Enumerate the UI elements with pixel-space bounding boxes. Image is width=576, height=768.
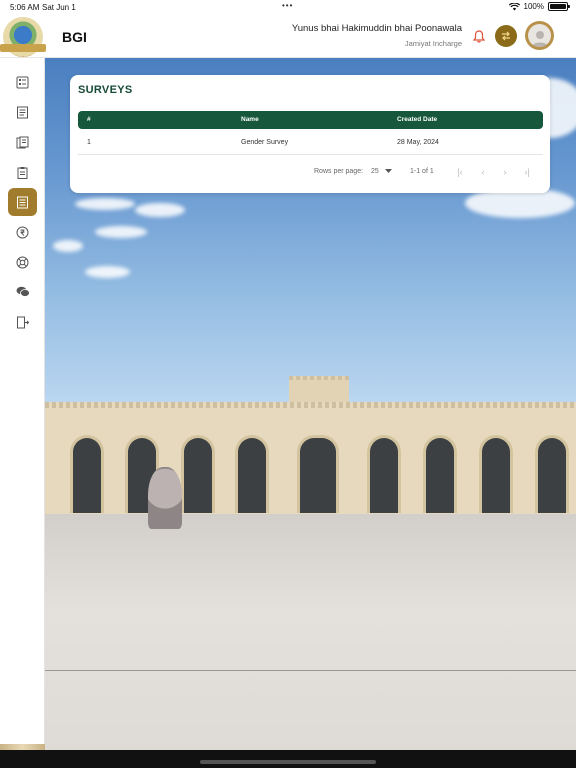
sidebar-item-chat[interactable] bbox=[8, 278, 37, 306]
wifi-icon bbox=[508, 2, 520, 10]
home-indicator[interactable] bbox=[200, 760, 376, 764]
surveys-title: SURVEYS bbox=[78, 84, 133, 96]
reports-icon bbox=[16, 136, 29, 148]
column-header-name: Name bbox=[241, 116, 259, 123]
chevron-down-icon bbox=[384, 169, 392, 173]
logout-icon bbox=[17, 316, 29, 328]
user-name: Yunus bhai Hakimuddin bhai Poonawala bbox=[291, 23, 462, 34]
currency-icon bbox=[16, 226, 29, 238]
status-bar: 5:06 AM Sat Jun 1 ••• 100% bbox=[0, 0, 576, 14]
cell-index: 1 bbox=[87, 139, 91, 146]
pagination: Rows per page: 25 1-1 of 1 |‹ ‹ › ›| bbox=[70, 165, 550, 181]
swap-icon bbox=[502, 31, 510, 41]
cell-name: Gender Survey bbox=[241, 139, 289, 146]
table-row[interactable]: 1 Gender Survey 28 May, 2024 bbox=[78, 131, 543, 155]
user-role: Jamiyat Incharge bbox=[404, 39, 462, 48]
survey-list-icon bbox=[17, 196, 28, 208]
column-header-created-date: Created Date bbox=[397, 116, 438, 123]
first-page-icon: |‹ bbox=[457, 167, 463, 177]
user-avatar[interactable] bbox=[525, 21, 554, 50]
sidebar bbox=[0, 58, 45, 758]
bell-icon bbox=[473, 29, 485, 43]
status-date: Sat Jun 1 bbox=[42, 3, 76, 12]
battery-percent: 100% bbox=[523, 2, 544, 11]
surveys-card: SURVEYS # Name Created Date 1 Gender Sur… bbox=[70, 75, 550, 193]
notifications-button[interactable] bbox=[470, 27, 488, 45]
sidebar-item-surveys[interactable] bbox=[8, 188, 37, 216]
sidebar-item-documents[interactable] bbox=[8, 98, 37, 126]
chevron-left-icon: ‹ bbox=[481, 167, 485, 177]
person-icon bbox=[531, 31, 548, 47]
bottom-bar bbox=[0, 750, 576, 768]
battery-icon bbox=[548, 2, 570, 11]
status-time: 5:06 AM bbox=[10, 3, 40, 12]
chevron-right-icon: › bbox=[503, 167, 507, 177]
table-header: # Name Created Date bbox=[78, 111, 543, 129]
sidebar-item-dashboard[interactable] bbox=[8, 68, 37, 96]
chat-icon bbox=[16, 286, 30, 297]
sidebar-item-logout[interactable] bbox=[8, 308, 37, 336]
rows-per-page-value: 25 bbox=[371, 168, 379, 175]
previous-page-button[interactable]: ‹ bbox=[476, 165, 490, 179]
sidebar-item-clipboard[interactable] bbox=[8, 158, 37, 186]
last-page-icon: ›| bbox=[524, 167, 530, 177]
pagination-range: 1-1 of 1 bbox=[410, 168, 434, 175]
next-page-button[interactable]: › bbox=[498, 165, 512, 179]
last-page-button[interactable]: ›| bbox=[520, 165, 534, 179]
sidebar-item-support[interactable] bbox=[8, 248, 37, 276]
multitask-dots-icon[interactable]: ••• bbox=[282, 1, 293, 10]
rows-per-page-label: Rows per page: bbox=[314, 168, 364, 175]
switch-role-button[interactable] bbox=[495, 25, 517, 47]
sidebar-item-currency[interactable] bbox=[8, 218, 37, 246]
cell-created-date: 28 May, 2024 bbox=[397, 139, 439, 146]
document-list-icon bbox=[17, 106, 28, 118]
clipboard-icon bbox=[17, 166, 28, 179]
app-header: BGI Yunus bhai Hakimuddin bhai Poonawala… bbox=[0, 14, 576, 58]
dashboard-form-icon bbox=[16, 76, 29, 88]
column-header-index: # bbox=[87, 116, 91, 123]
app-title: BGI bbox=[62, 29, 87, 45]
support-icon bbox=[16, 256, 29, 268]
rows-per-page-select[interactable]: 25 bbox=[371, 168, 392, 175]
sidebar-item-reports[interactable] bbox=[8, 128, 37, 156]
logo-banner bbox=[0, 44, 46, 52]
first-page-button[interactable]: |‹ bbox=[453, 165, 467, 179]
